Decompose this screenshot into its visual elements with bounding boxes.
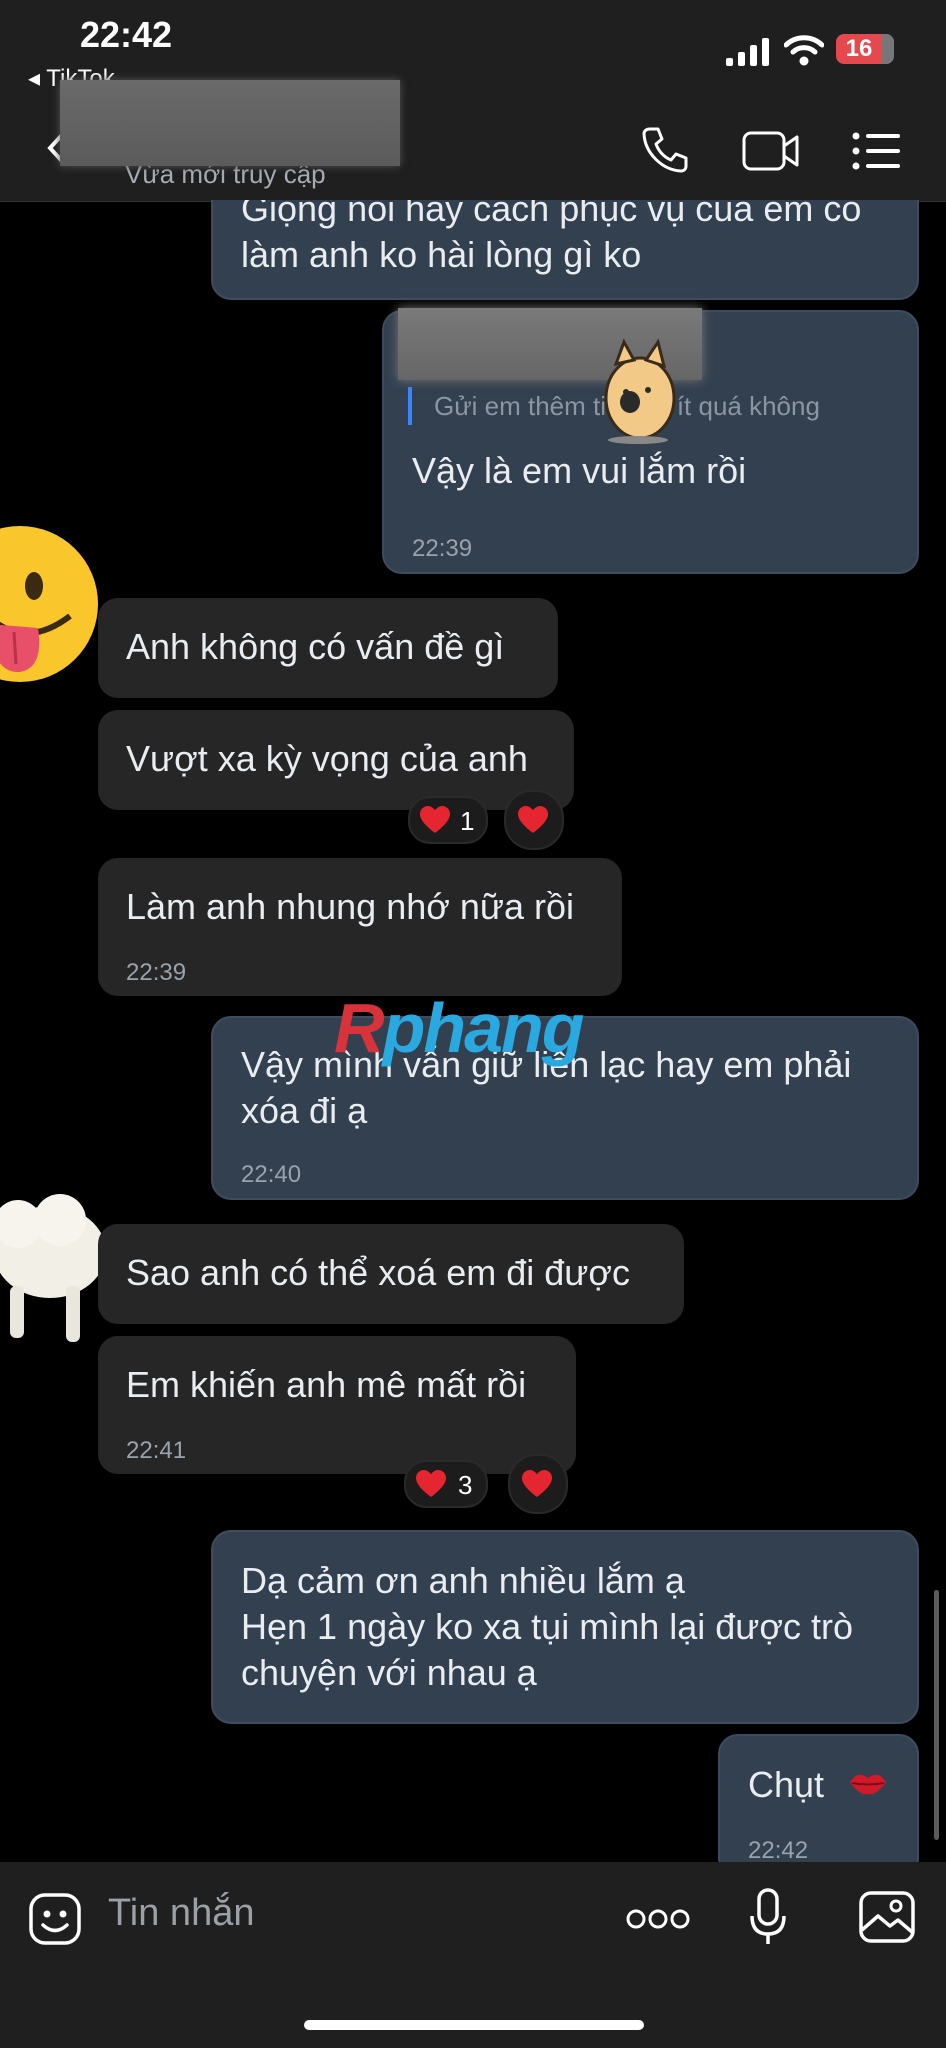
message-input[interactable]: Tin nhắn — [108, 1892, 254, 1935]
reaction-summary[interactable]: 1 — [408, 796, 488, 844]
message-time: 22:39 — [126, 959, 187, 986]
tongue-emoji-avatar-icon — [0, 526, 98, 682]
message-text: Làm anh nhung nhớ nữa rồi — [126, 886, 575, 927]
cellular-signal-icon — [726, 38, 769, 66]
message-text: Sao anh có thể xoá em đi được — [126, 1252, 630, 1293]
emoji-sticker-icon[interactable] — [28, 1892, 82, 1946]
reaction-summary[interactable]: 3 — [404, 1460, 488, 1508]
more-options-icon[interactable] — [626, 1908, 690, 1930]
message-outgoing[interactable]: Chụt 22:42 — [718, 1734, 919, 1878]
message-text: Anh không có vấn đề gì — [126, 626, 505, 667]
add-reaction-button[interactable] — [508, 1454, 568, 1514]
message-text: Vậy là em vui lắm rồi — [412, 450, 747, 491]
message-incoming[interactable]: Sao anh có thể xoá em đi được — [98, 1224, 684, 1324]
battery-icon: 16 — [836, 34, 894, 64]
message-time: 22:39 — [412, 535, 473, 562]
heart-icon — [518, 806, 548, 833]
message-text: Vượt xa kỳ vọng của anh — [126, 738, 528, 779]
kiss-lips-icon — [850, 1774, 886, 1795]
microphone-icon[interactable] — [748, 1888, 788, 1948]
video-call-icon[interactable] — [742, 129, 800, 173]
scrollbar[interactable] — [934, 1590, 939, 1840]
reaction-count: 3 — [458, 1470, 473, 1500]
message-text: Em khiến anh mê mất rồi — [126, 1364, 527, 1405]
shiba-sticker-icon — [604, 338, 676, 444]
image-gallery-icon[interactable] — [858, 1890, 916, 1944]
message-outgoing[interactable]: Dạ cảm ơn anh nhiều lắm ạ Hẹn 1 ngày ko … — [211, 1530, 919, 1724]
message-incoming[interactable]: Làm anh nhung nhớ nữa rồi 22:39 — [98, 858, 622, 996]
sheep-sticker-avatar-icon — [0, 1194, 106, 1342]
heart-icon — [420, 806, 450, 833]
contact-name-redacted — [60, 80, 400, 166]
wifi-icon — [784, 35, 824, 66]
message-incoming[interactable]: Anh không có vấn đề gì — [98, 598, 558, 698]
battery-level: 16 — [845, 35, 873, 62]
message-incoming[interactable]: Em khiến anh mê mất rồi 22:41 — [98, 1336, 576, 1474]
heart-icon — [416, 1470, 446, 1497]
phone-call-icon[interactable] — [640, 125, 690, 175]
heart-icon — [522, 1470, 552, 1497]
message-text: Dạ cảm ơn anh nhiều lắm ạ Hẹn 1 ngày ko … — [241, 1560, 853, 1693]
add-reaction-button[interactable] — [504, 790, 564, 850]
message-time: 22:41 — [126, 1437, 187, 1464]
message-time: 22:40 — [241, 1161, 302, 1188]
reaction-count: 1 — [460, 806, 475, 836]
message-incoming[interactable]: Vượt xa kỳ vọng của anh — [98, 710, 574, 810]
menu-list-icon[interactable] — [852, 131, 900, 171]
message-text: Chụt — [748, 1764, 825, 1805]
home-indicator[interactable] — [304, 2020, 644, 2030]
status-time: 22:42 — [80, 14, 173, 55]
message-input-bar: Tin nhắn — [0, 1862, 946, 2048]
watermark-logo: Rphang — [334, 989, 585, 1067]
